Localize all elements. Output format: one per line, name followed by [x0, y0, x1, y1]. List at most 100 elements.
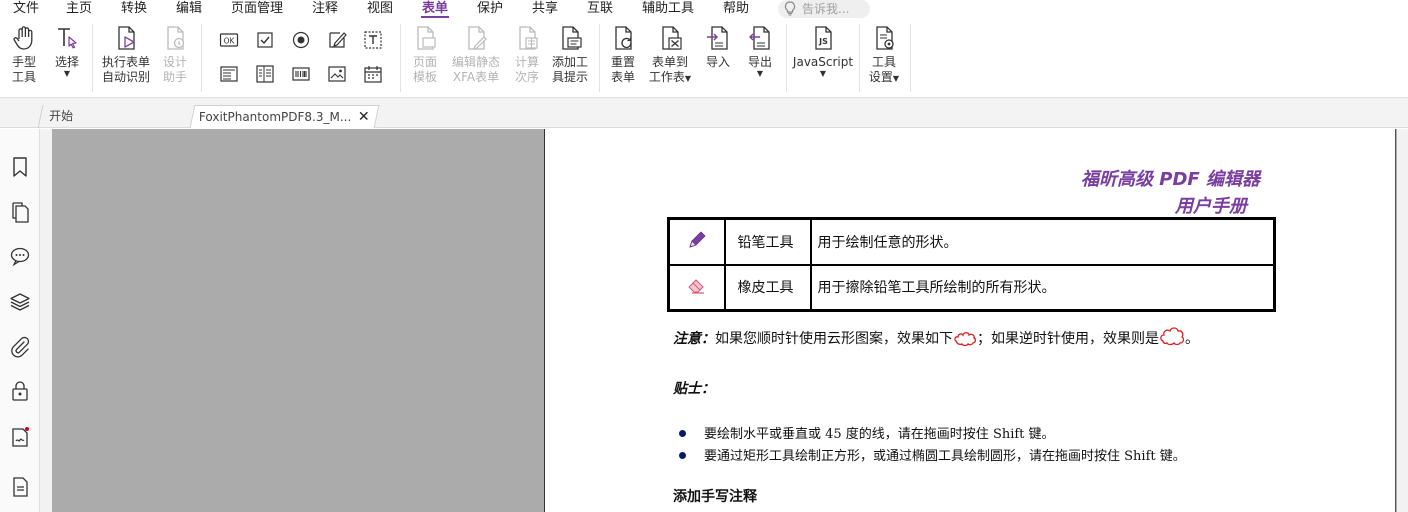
list-item: 要通过矩形工具绘制正方形，或通过椭圆工具绘制圆形，请在拖画时按住 Shift 键… — [679, 445, 1186, 464]
text-select-icon — [58, 28, 77, 49]
table-row: 橡皮工具 用于擦除铅笔工具所绘制的所有形状。 — [667, 263, 1276, 312]
add-tooltip-button[interactable]: 添加工 具提示 — [550, 24, 590, 85]
tool-description: 用于绘制任意的形状。 — [809, 217, 1276, 266]
menu-view[interactable]: 视图 — [367, 0, 393, 18]
bullet-icon — [679, 452, 686, 459]
list-box-field-tool[interactable] — [254, 63, 276, 85]
menu-edit[interactable]: 编辑 — [176, 0, 202, 18]
comb-field-icon — [364, 31, 382, 49]
run-form-recognition-button[interactable]: 执行表单 自动识别 — [99, 24, 153, 85]
barcode-field-tool[interactable] — [290, 63, 312, 85]
close-icon[interactable]: ✕ — [358, 106, 370, 128]
note-label: 注意： — [673, 331, 715, 347]
menu-file[interactable]: 文件 — [13, 0, 39, 18]
image-field-icon — [328, 66, 346, 82]
tool-settings-icon — [876, 26, 894, 50]
combo-box-icon — [220, 66, 238, 82]
document-properties-icon[interactable] — [9, 476, 31, 498]
pencil-icon — [689, 231, 706, 248]
bullet-icon — [679, 430, 686, 437]
note-paragraph: 注意：如果您顺时针使用云形图案，效果如下 ；如果逆时针使用，效果则是。 — [673, 325, 1199, 348]
image-field-tool[interactable] — [326, 63, 348, 85]
export-button[interactable]: 导出 ▼ — [744, 24, 776, 78]
menu-form[interactable]: 表单 — [420, 0, 450, 18]
right-scroll-gutter — [1397, 129, 1408, 512]
menu-convert[interactable]: 转换 — [121, 0, 147, 18]
eraser-icon — [688, 279, 704, 294]
menu-home[interactable]: 主页 — [66, 0, 92, 18]
search-input[interactable] — [802, 1, 866, 17]
tool-name: 铅笔工具 — [723, 217, 812, 266]
calculation-order-button[interactable]: 计算 次序 — [510, 24, 544, 85]
menu-bar: 文件 主页 转换 编辑 页面管理 注释 视图 表单 保护 共享 互联 辅助工具 … — [0, 0, 1408, 18]
text-field-tool[interactable] — [326, 29, 348, 51]
divider — [400, 24, 401, 92]
pdf-page[interactable]: 福昕高级 PDF 编辑器 用户手册 铅笔工具 用于绘制任意的形状。 橡皮工具 用… — [544, 129, 1396, 512]
comments-icon[interactable] — [9, 245, 31, 267]
pages-icon[interactable] — [9, 201, 31, 223]
reset-form-icon — [615, 26, 632, 50]
svg-text:JS: JS — [818, 37, 828, 46]
import-button[interactable]: 导入 — [702, 24, 734, 70]
section-heading: 添加手写注释 — [673, 489, 757, 505]
menu-share[interactable]: 共享 — [532, 0, 558, 18]
chevron-down-icon: ▼ — [684, 74, 692, 83]
date-field-tool[interactable] — [362, 63, 384, 85]
tips-label: 贴士： — [673, 381, 715, 397]
table-row: 铅笔工具 用于绘制任意的形状。 — [667, 217, 1276, 266]
checkbox-field-tool[interactable] — [254, 29, 276, 51]
tell-me-search[interactable] — [778, 0, 870, 18]
clockwise-cloud-icon — [954, 332, 977, 347]
tab-document[interactable]: FoxitPhantomPDF8.3_M... ✕ — [189, 105, 380, 128]
layers-icon[interactable] — [9, 291, 31, 313]
tab-start[interactable]: 开始 — [37, 105, 195, 128]
chevron-down-icon: ▼ — [63, 69, 71, 78]
export-icon — [749, 26, 770, 50]
page-header-subtitle: 用户手册 — [1175, 196, 1247, 217]
text-field-icon — [329, 32, 347, 48]
form-recognition-icon — [118, 26, 135, 50]
radio-button-field-tool[interactable] — [290, 29, 312, 51]
form-to-sheet-icon — [662, 26, 682, 50]
menu-connect[interactable]: 互联 — [587, 0, 613, 18]
attachment-icon[interactable] — [9, 336, 31, 358]
edit-xfa-icon — [468, 26, 487, 50]
menu-protect[interactable]: 保护 — [477, 0, 503, 18]
ok-button-icon: OK — [219, 33, 239, 47]
chevron-down-icon: ▼ — [819, 69, 827, 78]
form-to-sheet-button[interactable]: 表单到 工作表▼ — [646, 24, 694, 86]
push-button-field-tool[interactable]: OK — [218, 29, 240, 51]
menu-page-management[interactable]: 页面管理 — [231, 0, 283, 18]
bookmark-icon[interactable] — [9, 156, 31, 178]
combo-box-field-tool[interactable] — [218, 63, 240, 85]
design-assistant-button[interactable]: 设计 助手 — [158, 24, 192, 85]
page-template-icon — [417, 26, 436, 50]
tool-description: 用于擦除铅笔工具所绘制的所有形状。 — [809, 263, 1276, 312]
calculation-order-icon — [519, 26, 538, 50]
menu-comment[interactable]: 注释 — [312, 0, 338, 18]
checkbox-icon — [257, 32, 273, 48]
comb-text-field-tool[interactable] — [362, 29, 384, 51]
add-tooltip-icon — [562, 26, 582, 50]
lightbulb-icon — [784, 1, 796, 16]
select-tool-button[interactable]: 选择 ▼ — [50, 24, 84, 78]
javascript-icon: JS — [815, 26, 832, 50]
edit-static-xfa-button[interactable]: 编辑静态 XFA表单 — [449, 24, 503, 85]
menu-accessibility[interactable]: 辅助工具 — [642, 0, 694, 18]
divider — [859, 24, 860, 92]
hand-tool-button[interactable]: 手型 工具 — [4, 24, 44, 85]
reset-form-button[interactable]: 重置 表单 — [606, 24, 640, 85]
calendar-icon — [364, 66, 382, 83]
signature-panel-icon[interactable] — [9, 426, 31, 448]
page-template-button[interactable]: 页面 模板 — [408, 24, 442, 85]
security-lock-icon[interactable] — [9, 380, 31, 402]
panel-gutter — [40, 129, 52, 512]
menu-help[interactable]: 帮助 — [723, 0, 749, 18]
tool-settings-button[interactable]: 工具 设置▼ — [864, 24, 904, 86]
counterclockwise-cloud-icon — [1160, 327, 1185, 346]
svg-text:OK: OK — [224, 37, 236, 46]
divider — [201, 24, 202, 92]
ribbon-toolbar: 手型 工具 选择 ▼ 执行表单 自动识别 设计 助手 OK 页面 模板 编辑静态… — [0, 18, 1408, 98]
javascript-button[interactable]: JS JavaScript ▼ — [792, 24, 854, 78]
hand-icon — [13, 26, 33, 50]
